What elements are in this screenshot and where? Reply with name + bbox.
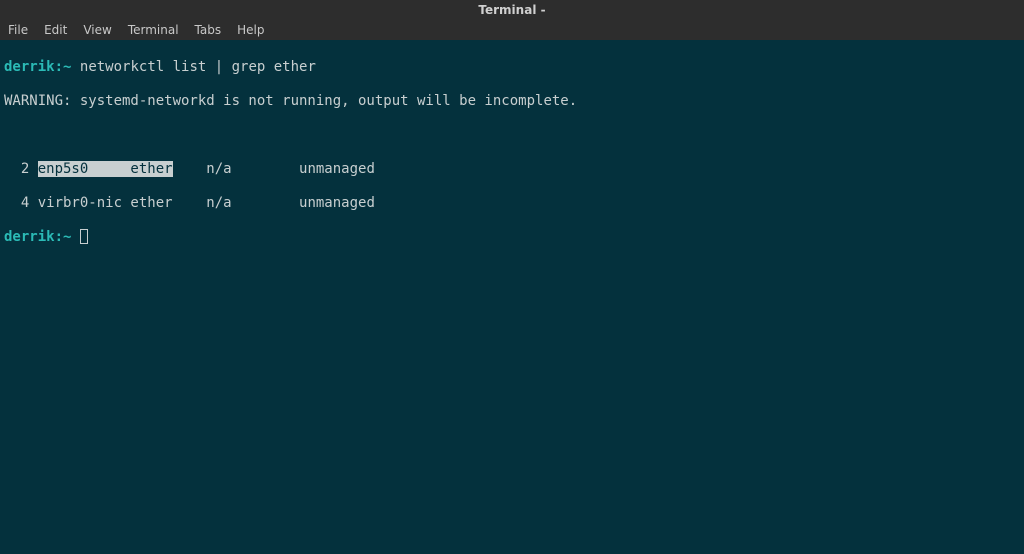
menu-file[interactable]: File bbox=[6, 23, 36, 37]
menu-edit[interactable]: Edit bbox=[36, 23, 75, 37]
menu-tabs[interactable]: Tabs bbox=[187, 23, 230, 37]
prompt-host: derrik: bbox=[4, 229, 63, 245]
row-index: 4 bbox=[4, 195, 38, 211]
prompt-path: ~ bbox=[63, 229, 71, 245]
warning-line: WARNING: systemd-networkd is not running… bbox=[4, 93, 1020, 110]
cursor bbox=[80, 229, 88, 244]
menu-terminal[interactable]: Terminal bbox=[120, 23, 187, 37]
command-line: derrik:~ networkctl list | grep ether bbox=[4, 59, 1020, 76]
blank-line bbox=[4, 127, 1020, 144]
terminal-area[interactable]: derrik:~ networkctl list | grep ether WA… bbox=[0, 40, 1024, 265]
command-text: networkctl list | grep ether bbox=[80, 59, 316, 75]
highlighted-selection: enp5s0 ether bbox=[38, 161, 173, 177]
menubar: File Edit View Terminal Tabs Help bbox=[0, 20, 1024, 40]
prompt-line: derrik:~ bbox=[4, 229, 1020, 246]
window-title: Terminal - bbox=[478, 3, 545, 17]
menu-help[interactable]: Help bbox=[229, 23, 272, 37]
output-row-2: 4 virbr0-nic ether n/a unmanaged bbox=[4, 195, 1020, 212]
row-text: virbr0-nic ether n/a unmanaged bbox=[38, 195, 375, 211]
prompt-host: derrik: bbox=[4, 59, 63, 75]
titlebar: Terminal - bbox=[0, 0, 1024, 20]
row-index: 2 bbox=[4, 161, 38, 177]
output-row-1: 2 enp5s0 ether n/a unmanaged bbox=[4, 161, 1020, 178]
row-rest: n/a unmanaged bbox=[173, 161, 375, 177]
menu-view[interactable]: View bbox=[75, 23, 119, 37]
prompt-path: ~ bbox=[63, 59, 71, 75]
